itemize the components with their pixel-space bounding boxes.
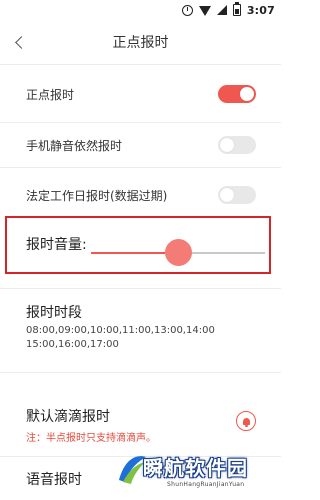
bell-shape: [242, 417, 250, 427]
screen: 3:07 正点报时 正点报时 手机静音依然报时 法定工作日报时(数据过期) 报时…: [0, 0, 281, 500]
status-icons: 3:07: [181, 2, 275, 17]
wifi-icon: [198, 6, 211, 16]
alarm-icon: [181, 4, 193, 16]
workday-chime-toggle[interactable]: [218, 186, 256, 204]
watermark-subtext: ShunHangRuanJianYuan: [167, 481, 245, 488]
volume-slider-thumb[interactable]: [164, 239, 192, 266]
signal-icon: [216, 5, 227, 15]
hourly-chime-label: 正点报时: [26, 88, 75, 102]
hourly-chime-toggle[interactable]: [218, 85, 256, 103]
divider: [0, 456, 281, 457]
divider: [0, 288, 281, 289]
title-bar: 正点报时: [0, 20, 281, 64]
page-title: 正点报时: [112, 35, 169, 51]
default-sound-note: 注：半点报时只支持滴滴声。: [26, 433, 156, 444]
watermark-logo-icon: [119, 456, 146, 484]
status-bar: 3:07: [0, 0, 281, 20]
workday-chime-label: 法定工作日报时(数据过期): [26, 189, 168, 203]
toggle-knob: [240, 87, 254, 101]
volume-highlight-box: 报时音量:: [5, 216, 271, 274]
toggle-knob: [220, 138, 234, 152]
time-slots-line1[interactable]: 08:00,09:00,10:00,11:00,13:00,14:00: [26, 324, 215, 338]
row-hourly-chime: 正点报时: [0, 64, 281, 122]
toggle-knob: [220, 188, 234, 202]
divider: [0, 372, 281, 373]
row-silent-chime: 手机静音依然报时: [0, 122, 281, 167]
voice-title: 语音报时: [26, 472, 82, 488]
bell-icon[interactable]: [236, 411, 256, 431]
time-slots-title: 报时时段: [26, 305, 82, 321]
silent-chime-label: 手机静音依然报时: [26, 139, 123, 153]
default-sound-title: 默认滴滴报时: [26, 409, 110, 425]
silent-chime-toggle[interactable]: [218, 136, 256, 154]
volume-label: 报时音量:: [26, 237, 87, 253]
battery-icon: [232, 2, 241, 16]
status-time: 3:07: [246, 3, 275, 17]
time-slots-line2[interactable]: 15:00,16:00,17:00: [26, 338, 119, 352]
row-workday-chime: 法定工作日报时(数据过期): [0, 167, 281, 215]
